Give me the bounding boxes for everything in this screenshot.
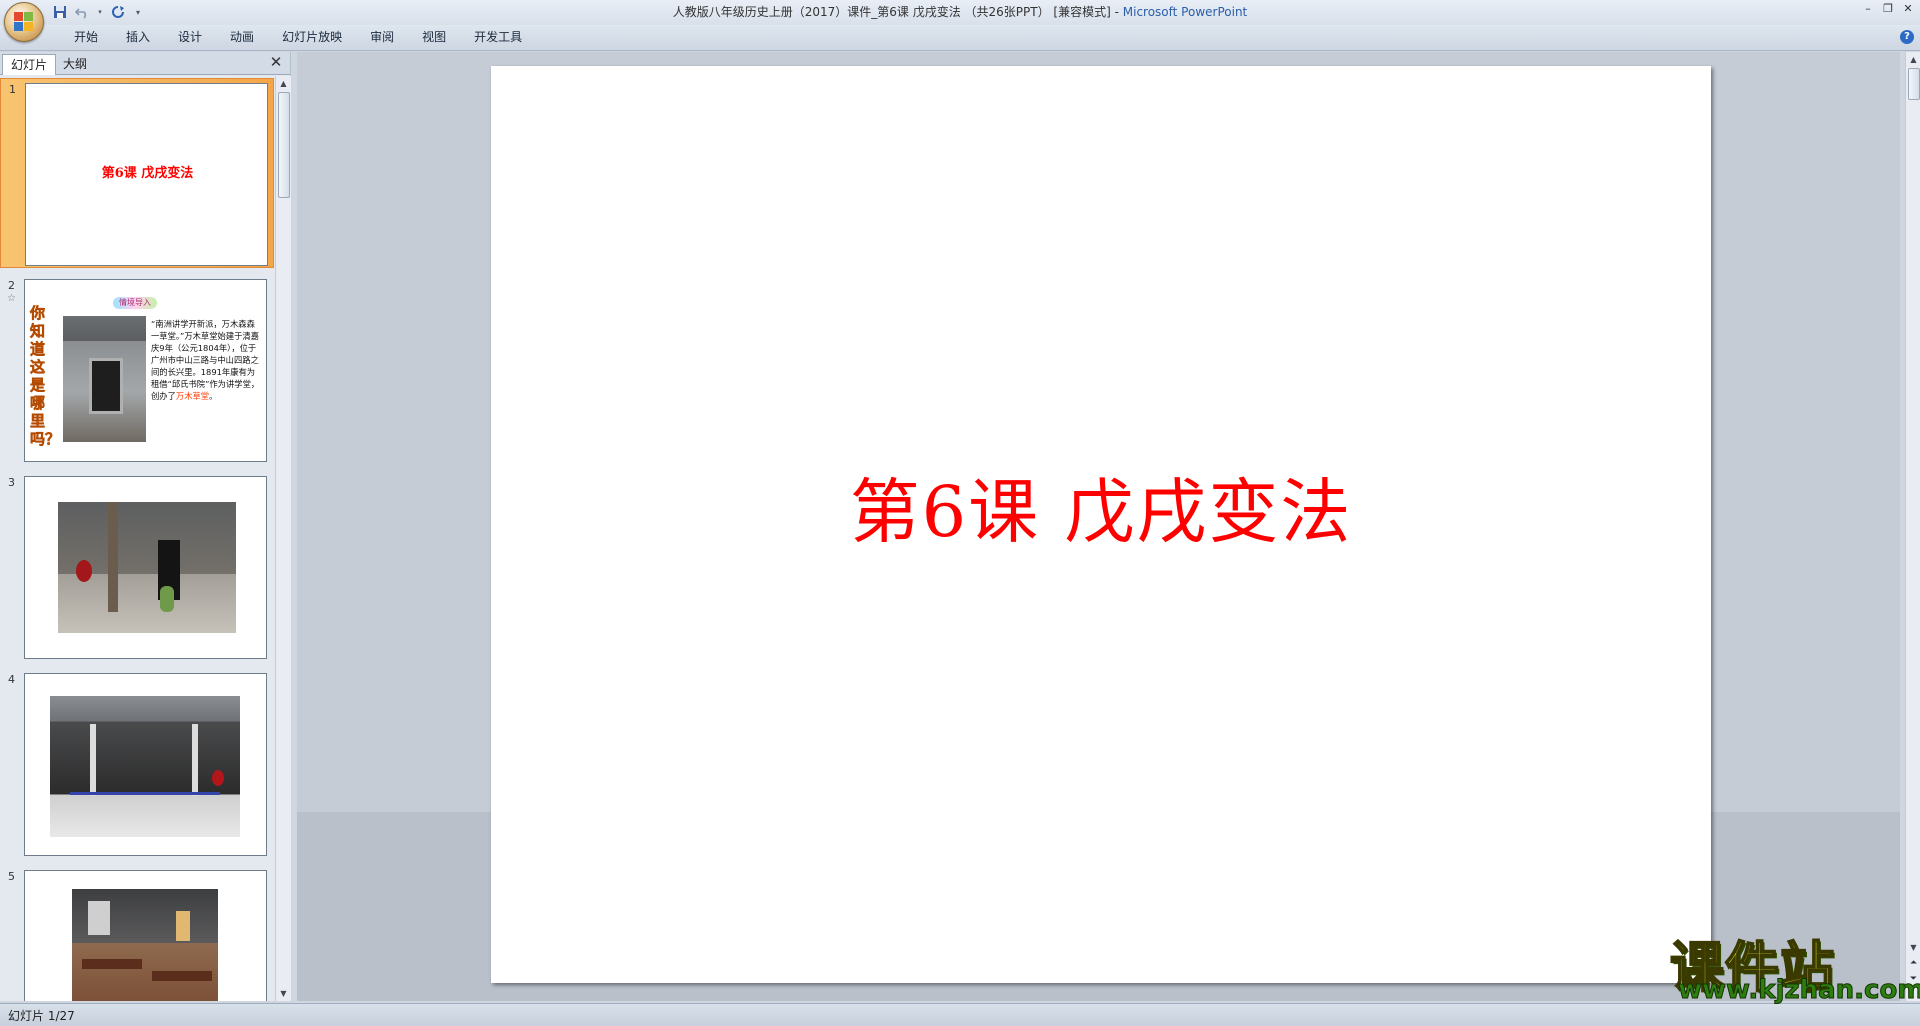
slide-thumbnail-row[interactable]: 2 ☆ 你知道这是哪里吗？ 情境导入 “南洲讲学开新派，万木森森一草堂。”万木草… — [0, 275, 274, 465]
panel-scrollbar[interactable]: ▲ ▼ — [275, 76, 291, 1001]
slide-thumbnail[interactable]: 第6课 戊戌变法 — [25, 83, 268, 266]
status-bar: 幻灯片 1/27 — [0, 1003, 1920, 1026]
close-icon[interactable]: ✕ — [1898, 0, 1918, 16]
slide-number: 2 — [8, 279, 15, 292]
slide-thumbnail[interactable] — [24, 476, 267, 659]
slide-number: 1 — [9, 83, 16, 96]
slide-thumbnail-row[interactable]: 5 — [0, 866, 274, 1001]
slide-counter: 幻灯片 1/27 — [8, 1009, 75, 1023]
tab-view[interactable]: 视图 — [408, 25, 460, 50]
tab-insert[interactable]: 插入 — [112, 25, 164, 50]
thumbnail-photo — [72, 889, 218, 1001]
watermark-logo: 课件站 www.kjzhan.com — [1669, 923, 1920, 1006]
animation-star-icon: ☆ — [7, 293, 16, 304]
thumbnail-photo — [50, 696, 240, 837]
window-title: 人教版八年级历史上册（2017）课件_第6课 戊戌变法 （共26张PPT） [兼… — [0, 0, 1920, 25]
slides-panel: 幻灯片 大纲 ✕ 1 第6课 戊戌变法 2 ☆ 你知道这是哪里吗？ 情境导入 “… — [0, 52, 291, 1001]
scroll-up-icon[interactable]: ▲ — [1906, 52, 1920, 67]
ribbon-tab-bar: 开始 插入 设计 动画 幻灯片放映 审阅 视图 开发工具 ? — [0, 25, 1920, 51]
previous-slide-icon[interactable]: ⏶ — [1906, 956, 1920, 971]
slide-thumbnail[interactable] — [24, 870, 267, 1001]
slide-thumbnail-list: 1 第6课 戊戌变法 2 ☆ 你知道这是哪里吗？ 情境导入 “南洲讲学开新派，万… — [0, 76, 274, 1001]
minimize-icon[interactable]: – — [1858, 0, 1878, 16]
tab-home[interactable]: 开始 — [60, 25, 112, 50]
slide-thumbnail[interactable] — [24, 673, 267, 856]
tab-design[interactable]: 设计 — [164, 25, 216, 50]
thumbnail-title: 第6课 戊戌变法 — [101, 166, 194, 181]
thumbnail-body-main: “南洲讲学开新派，万木森森一草堂。”万木草堂始建于清嘉庆9年（公元1804年），… — [151, 319, 260, 401]
current-slide[interactable]: 第6课 戊戌变法 — [491, 66, 1711, 983]
panel-close-icon[interactable]: ✕ — [268, 54, 284, 70]
tab-developer[interactable]: 开发工具 — [460, 25, 536, 50]
slide-title-text[interactable]: 第6课 戊戌变法 — [491, 456, 1711, 557]
slide-editor: 第6课 戊戌变法 — [297, 52, 1900, 1001]
slide-number: 3 — [8, 476, 15, 489]
office-logo-icon — [14, 12, 34, 32]
slide-number: 4 — [8, 673, 15, 686]
thumbnail-body-end: 。 — [209, 391, 218, 401]
tab-review[interactable]: 审阅 — [356, 25, 408, 50]
thumbnail-photo — [63, 316, 146, 442]
scroll-down-icon[interactable]: ▼ — [276, 986, 291, 1001]
help-icon[interactable]: ? — [1900, 30, 1914, 44]
scroll-down-icon[interactable]: ▼ — [1906, 940, 1920, 955]
thumbnail-body-text: “南洲讲学开新派，万木森森一草堂。”万木草堂始建于清嘉庆9年（公元1804年），… — [151, 318, 263, 402]
window-title-app: Microsoft PowerPoint — [1122, 5, 1248, 19]
window-title-document: 人教版八年级历史上册（2017）课件_第6课 戊戌变法 （共26张PPT） [兼… — [672, 5, 1123, 19]
restore-icon[interactable]: ❐ — [1878, 0, 1898, 16]
thumbnail-body-highlight: 万木草堂 — [175, 391, 210, 401]
thumbnail-badge: 情境导入 — [113, 297, 157, 309]
tab-slideshow[interactable]: 幻灯片放映 — [268, 25, 356, 50]
tab-outline[interactable]: 大纲 — [55, 54, 95, 74]
thumbnail-side-text: 你知道这是哪里吗？ — [30, 304, 61, 449]
editor-scrollbar[interactable]: ▲ ▼ ⏶ ⏷ — [1905, 52, 1920, 1001]
scroll-thumb[interactable] — [1908, 68, 1920, 100]
window-controls: – ❐ ✕ — [1858, 0, 1918, 16]
panel-tab-bar: 幻灯片 大纲 ✕ — [0, 52, 290, 75]
office-button[interactable] — [4, 2, 44, 42]
slide-thumbnail-row[interactable]: 4 — [0, 669, 274, 859]
slide-thumbnail-row[interactable]: 1 第6课 戊戌变法 — [0, 78, 274, 268]
scroll-thumb[interactable] — [278, 92, 290, 198]
slide-number: 5 — [8, 870, 15, 883]
thumbnail-photo — [58, 502, 236, 633]
tab-slides[interactable]: 幻灯片 — [2, 54, 57, 75]
slide-thumbnail[interactable]: 你知道这是哪里吗？ 情境导入 “南洲讲学开新派，万木森森一草堂。”万木草堂始建于… — [24, 279, 267, 462]
watermark-url: www.kjzhan.com — [1677, 975, 1920, 1006]
scroll-up-icon[interactable]: ▲ — [276, 76, 291, 91]
slide-thumbnail-row[interactable]: 3 — [0, 472, 274, 662]
title-bar: ▾ ▾ 人教版八年级历史上册（2017）课件_第6课 戊戌变法 （共26张PPT… — [0, 0, 1920, 25]
tab-animations[interactable]: 动画 — [216, 25, 268, 50]
